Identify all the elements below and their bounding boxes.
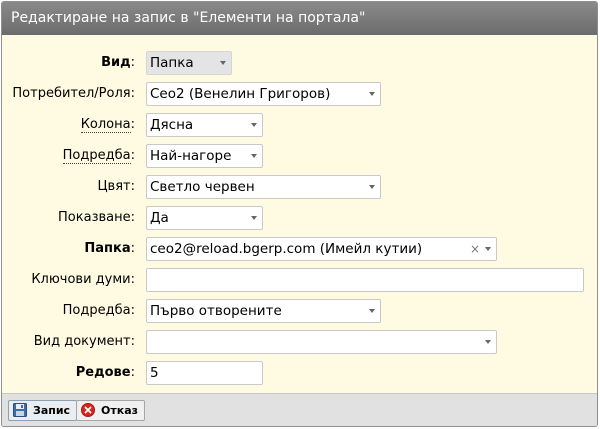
order-select[interactable]: Най-нагоре [146, 144, 263, 168]
sort-select[interactable]: Първо отворените [146, 299, 381, 323]
row-vid: Вид: Папка [2, 51, 597, 75]
cancel-button[interactable]: Отказ [76, 400, 146, 421]
row-folder: Папка: ceo2@reload.bgerp.com (Имейл кути… [2, 237, 597, 261]
row-order: Подредба: Най-нагоре [2, 144, 597, 168]
label-rows: Редове: [75, 365, 135, 380]
clear-icon[interactable]: × [470, 238, 480, 260]
cancel-label: Отказ [101, 404, 139, 417]
user-role-value: Ceo2 (Венелин Григоров) [150, 86, 331, 102]
folder-value: ceo2@reload.bgerp.com (Имейл кутии) [150, 241, 423, 257]
label-keywords: Ключови думи: [31, 272, 135, 287]
chevron-down-icon [251, 216, 257, 220]
label-color: Цвят: [97, 179, 135, 194]
vid-value: Папка [150, 55, 194, 71]
label-doc-type: Вид документ: [33, 334, 135, 349]
row-rows: Редове: 5 [2, 361, 597, 385]
chevron-down-icon [485, 340, 491, 344]
row-user-role: Потребител/Роля: Ceo2 (Венелин Григоров) [2, 82, 597, 106]
folder-select[interactable]: ceo2@reload.bgerp.com (Имейл кутии) × [146, 237, 497, 261]
edit-dialog: Редактиране на запис в "Елементи на порт… [1, 1, 598, 427]
chevron-down-icon [369, 309, 375, 313]
doc-type-select[interactable] [146, 330, 497, 354]
label-user-role: Потребител/Роля: [12, 86, 135, 101]
vid-select[interactable]: Папка [146, 51, 232, 75]
row-sort: Подредба: Първо отворените [2, 299, 597, 323]
chevron-down-icon [369, 185, 375, 189]
cancel-icon [81, 403, 95, 417]
chevron-down-icon [369, 92, 375, 96]
chevron-down-icon [251, 154, 257, 158]
row-keywords: Ключови думи: [2, 268, 597, 292]
label-column: Колона: [80, 117, 135, 133]
color-select[interactable]: Светло червен [146, 175, 381, 199]
chevron-down-icon [485, 247, 491, 251]
row-color: Цвят: Светло червен [2, 175, 597, 199]
column-select[interactable]: Дясна [146, 113, 263, 137]
label-vid: Вид: [101, 55, 135, 70]
row-column: Колона: Дясна [2, 113, 597, 137]
label-show: Показване: [58, 210, 135, 225]
edit-form: Вид: Папка Потребител/Роля: Ceo2 (Венели… [2, 35, 597, 395]
chevron-down-icon [251, 123, 257, 127]
order-value: Най-нагоре [150, 148, 232, 164]
row-show: Показване: Да [2, 206, 597, 230]
keywords-input[interactable] [146, 268, 584, 292]
dialog-title: Редактиране на запис в "Елементи на порт… [2, 2, 597, 35]
color-value: Светло червен [150, 179, 255, 195]
floppy-disk-icon [13, 403, 27, 417]
user-role-select[interactable]: Ceo2 (Венелин Григоров) [146, 82, 381, 106]
row-doc-type: Вид документ: [2, 330, 597, 354]
column-value: Дясна [150, 117, 194, 133]
label-folder: Папка: [84, 241, 135, 256]
label-order: Подредба: [62, 148, 135, 164]
show-value: Да [150, 210, 169, 226]
dialog-toolbar: Запис Отказ [2, 393, 597, 426]
save-label: Запис [33, 404, 71, 417]
show-select[interactable]: Да [146, 206, 263, 230]
save-button[interactable]: Запис [8, 400, 78, 421]
rows-input[interactable]: 5 [146, 361, 263, 385]
sort-value: Първо отворените [150, 303, 282, 319]
label-sort: Подредба: [62, 303, 135, 318]
chevron-down-icon [220, 61, 226, 65]
